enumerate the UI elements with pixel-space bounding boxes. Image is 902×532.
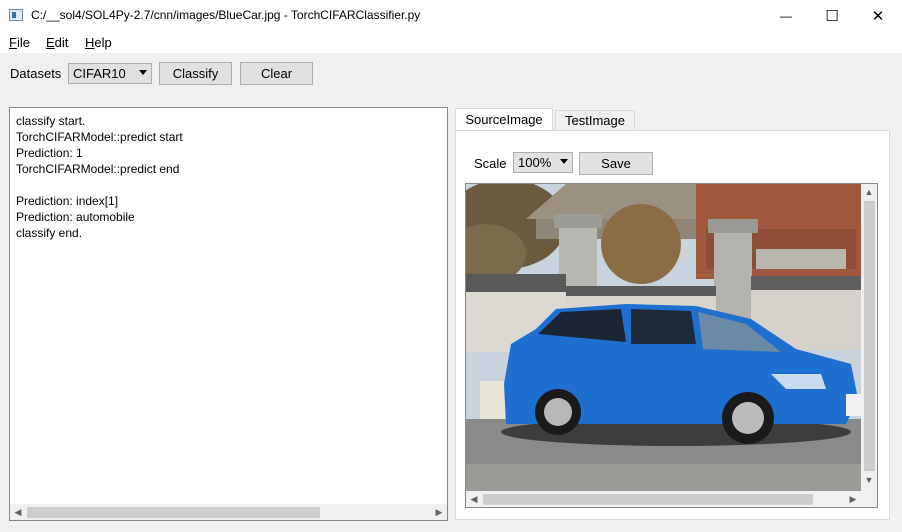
scroll-left-icon[interactable]: ◀ [466,494,482,505]
scroll-up-icon[interactable]: ▲ [861,187,877,197]
tab-test-image[interactable]: TestImage [555,110,635,131]
blue-car-photo [466,184,861,491]
minimize-icon: — [780,8,792,23]
close-button[interactable]: ✕ [855,0,901,31]
clear-button[interactable]: Clear [240,62,313,85]
scroll-right-icon[interactable]: ▶ [845,494,861,505]
log-line: Prediction: index[1] [16,194,119,208]
image-vscroll-thumb[interactable] [864,201,875,471]
close-icon: ✕ [871,7,885,25]
log-line: classify start. [16,114,86,128]
log-line: classify end. [16,226,83,240]
scroll-down-icon[interactable]: ▼ [861,475,877,485]
scroll-corner [861,491,877,507]
tab-source-image[interactable]: SourceImage [455,108,553,132]
window-title: C:/__sol4/SOL4Py-2.7/cnn/images/BlueCar.… [31,8,421,22]
chevron-down-icon [560,159,568,164]
image-vertical-scrollbar[interactable]: ▲ ▼ [861,184,877,491]
menu-bar: File Edit Help [0,31,902,53]
title-bar: C:/__sol4/SOL4Py-2.7/cnn/images/BlueCar.… [0,0,902,31]
log-line: Prediction: automobile [16,210,135,224]
minimize-button[interactable]: — [763,0,809,31]
datasets-combobox[interactable]: CIFAR10 [68,63,152,84]
classify-button[interactable]: Classify [159,62,232,85]
menu-edit[interactable]: Edit [46,35,68,50]
scale-label: Scale [474,156,507,171]
log-line: Prediction: 1 [16,146,83,160]
maximize-icon: ☐ [825,7,839,25]
app-window-icon [9,9,23,21]
scale-value: 100% [518,155,552,170]
log-scroll-thumb[interactable] [27,507,320,518]
menu-help[interactable]: Help [85,35,112,50]
chevron-down-icon [139,70,147,75]
scroll-right-icon[interactable]: ▶ [431,507,447,518]
log-line: TorchCIFARModel::predict start [16,130,183,144]
scroll-left-icon[interactable]: ◀ [10,507,26,518]
datasets-label: Datasets [10,66,62,81]
datasets-value: CIFAR10 [73,66,126,81]
image-hscroll-thumb[interactable] [483,494,813,505]
log-line: TorchCIFARModel::predict end [16,162,180,176]
maximize-button[interactable]: ☐ [809,0,855,31]
menu-file[interactable]: File [9,35,30,50]
save-button[interactable]: Save [579,152,653,175]
image-horizontal-scrollbar[interactable]: ◀ ▶ [466,491,861,507]
toolbar: Datasets CIFAR10 Classify Clear [0,53,902,95]
scale-combobox[interactable]: 100% [513,152,573,173]
source-image [466,184,861,491]
log-horizontal-scrollbar[interactable]: ◀ ▶ [10,504,447,520]
image-viewer[interactable]: ▲ ▼ ◀ ▶ [465,183,878,508]
log-textarea[interactable]: classify start. TorchCIFARModel::predict… [9,107,448,521]
